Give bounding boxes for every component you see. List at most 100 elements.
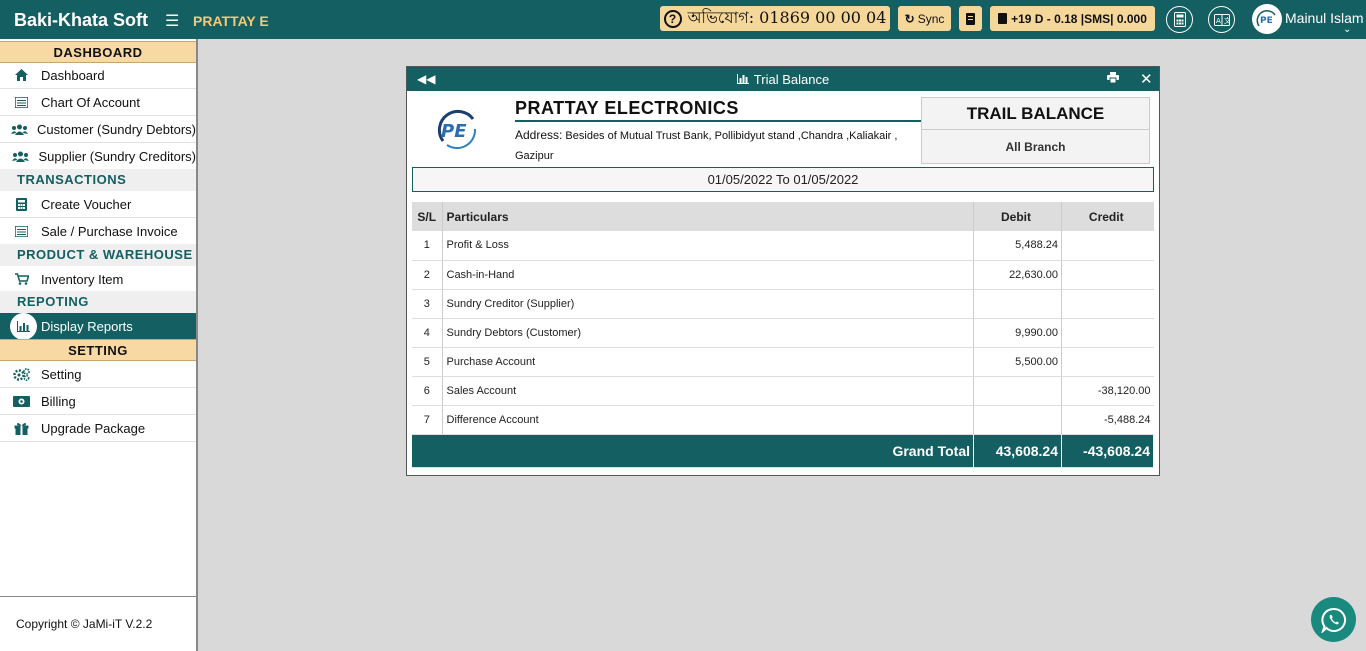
row-sl: 3 — [412, 289, 443, 319]
row-debit — [973, 289, 1062, 319]
users-icon — [0, 151, 38, 162]
row-debit: 22,630.00 — [973, 260, 1062, 290]
trial-balance-table: S/L Particulars Debit Credit 1 Profit & L… — [412, 202, 1154, 468]
print-icon[interactable] — [1107, 72, 1119, 86]
username[interactable]: Mainul Islam — [1285, 10, 1364, 26]
row-particulars: Sales Account — [442, 376, 974, 406]
question-icon: ? — [663, 9, 682, 28]
date-range: 01/05/2022 To 01/05/2022 — [412, 167, 1154, 192]
grand-total-label: Grand Total — [412, 434, 974, 468]
modal-title-text: Trial Balance — [753, 72, 830, 87]
row-credit — [1061, 289, 1154, 319]
company-logo-icon: PE — [1256, 10, 1276, 27]
sidebar-item-inventory[interactable]: Inventory Item — [0, 266, 196, 293]
bar-chart-icon — [736, 73, 749, 87]
svg-text:A: A — [1216, 17, 1221, 25]
sidebar-item-billing[interactable]: Billing — [0, 388, 196, 415]
section-transactions: TRANSACTIONS — [0, 169, 196, 191]
table-row: 3 Sundry Creditor (Supplier) — [412, 289, 1154, 319]
row-credit — [1061, 347, 1154, 377]
list-icon — [0, 96, 41, 108]
section-setting: SETTING — [0, 339, 196, 361]
sidebar-item-display-reports[interactable]: Display Reports — [0, 312, 196, 340]
col-credit: Credit — [1061, 202, 1154, 231]
table-row: 1 Profit & Loss 5,488.24 — [412, 231, 1154, 261]
row-debit: 9,990.00 — [973, 318, 1062, 348]
money-icon — [0, 395, 41, 407]
language-button[interactable]: A 文 — [1208, 6, 1235, 33]
app-brand[interactable]: Baki-Khata Soft — [14, 10, 148, 31]
complain-hotline-text: অভিযোগ: 01869 00 00 04 — [687, 8, 887, 27]
row-sl: 1 — [412, 231, 443, 261]
gift-icon — [0, 422, 41, 435]
table-row: 6 Sales Account -38,120.00 — [412, 376, 1154, 406]
grand-total-credit: -43,608.24 — [1061, 434, 1154, 468]
copyright: Copyright © JaMi-iT V.2.2 — [0, 596, 196, 631]
notes-button[interactable] — [959, 6, 982, 31]
sidebar-item-label: Setting — [41, 366, 82, 382]
row-sl: 5 — [412, 347, 443, 377]
sidebar-item-setting[interactable]: Setting — [0, 361, 196, 388]
top-navbar: Baki-Khata Soft ☰ PRATTAY E ? অভিযোগ: 01… — [0, 0, 1366, 39]
table-row: 7 Difference Account -5,488.24 — [412, 405, 1154, 435]
gears-icon — [0, 367, 41, 381]
user-avatar[interactable]: PE — [1252, 4, 1282, 34]
calculator-button[interactable] — [1166, 6, 1193, 33]
sidebar-item-sale-purchase[interactable]: Sale / Purchase Invoice — [0, 218, 196, 245]
col-particulars: Particulars — [442, 202, 974, 231]
trial-balance-modal: ◀◀ Trial Balance ✕ PE PRATTAY ELECTRONIC… — [406, 66, 1160, 476]
row-particulars: Purchase Account — [442, 347, 974, 377]
report-title-box: TRAIL BALANCE All Branch — [921, 97, 1150, 164]
row-sl: 2 — [412, 260, 443, 290]
company-address: Address: Besides of Mutual Trust Bank, P… — [515, 125, 915, 166]
balance-status-text: +19 D - 0.18 |SMS| 0.000 — [1011, 11, 1147, 26]
row-credit — [1061, 260, 1154, 290]
home-icon — [0, 69, 41, 81]
sidebar-item-customer[interactable]: Customer (Sundry Debtors) — [0, 116, 196, 143]
cart-icon — [0, 273, 41, 285]
company-logo: PE — [435, 107, 479, 154]
whatsapp-chat-button[interactable] — [1311, 597, 1356, 642]
refresh-icon: ↻ — [904, 11, 915, 26]
row-sl: 7 — [412, 405, 443, 435]
users-icon — [0, 124, 37, 135]
sidebar: DASHBOARD Dashboard Chart Of Account Cus… — [0, 39, 198, 651]
sidebar-item-label: Display Reports — [41, 318, 133, 334]
sidebar-item-dashboard[interactable]: Dashboard — [0, 62, 196, 89]
row-credit — [1061, 231, 1154, 261]
sidebar-item-label: Upgrade Package — [41, 420, 146, 436]
row-credit: -38,120.00 — [1061, 376, 1154, 406]
section-reporting: REPOTING — [0, 291, 196, 313]
section-dashboard: DASHBOARD — [0, 41, 196, 63]
document-icon — [966, 12, 975, 25]
row-particulars: Difference Account — [442, 405, 974, 435]
sync-button[interactable]: ↻ Sync — [898, 6, 951, 31]
company-short-name: PRATTAY E — [193, 13, 269, 29]
table-row: 2 Cash-in-Hand 22,630.00 — [412, 260, 1154, 290]
sidebar-item-label: Inventory Item — [41, 271, 124, 287]
sidebar-item-supplier[interactable]: Supplier (Sundry Creditors) — [0, 143, 196, 170]
chevron-down-icon[interactable]: ⌄ — [1343, 24, 1351, 35]
close-icon[interactable]: ✕ — [1140, 70, 1153, 88]
row-debit — [973, 376, 1062, 406]
row-particulars: Sundry Creditor (Supplier) — [442, 289, 974, 319]
copyright-brand-link[interactable]: JaMi-iT V.2.2 — [83, 617, 152, 631]
copyright-prefix: Copyright © — [16, 617, 80, 631]
sidebar-item-label: Create Voucher — [41, 196, 132, 212]
balance-status-button[interactable]: +19 D - 0.18 |SMS| 0.000 — [990, 6, 1155, 31]
menu-toggle-icon[interactable]: ☰ — [165, 11, 179, 31]
col-sl: S/L — [412, 202, 443, 231]
address-label: Address: — [515, 128, 563, 142]
row-particulars: Sundry Debtors (Customer) — [442, 318, 974, 348]
complain-hotline-button[interactable]: ? অভিযোগ: 01869 00 00 04 — [660, 6, 890, 31]
bar-chart-icon — [10, 312, 37, 340]
sidebar-item-chart-of-account[interactable]: Chart Of Account — [0, 89, 196, 116]
sidebar-item-create-voucher[interactable]: Create Voucher — [0, 191, 196, 218]
row-sl: 4 — [412, 318, 443, 348]
grand-total-debit: 43,608.24 — [973, 434, 1062, 468]
svg-text:PE: PE — [1260, 16, 1273, 26]
sidebar-item-label: Chart Of Account — [41, 94, 140, 110]
row-particulars: Cash-in-Hand — [442, 260, 974, 290]
svg-text:文: 文 — [1224, 16, 1230, 25]
sidebar-item-upgrade[interactable]: Upgrade Package — [0, 415, 196, 442]
